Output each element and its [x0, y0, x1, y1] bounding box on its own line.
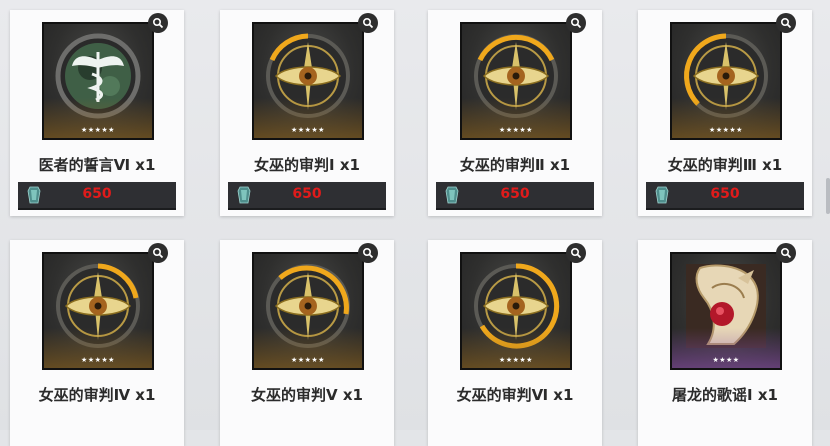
price-bar: 650: [646, 182, 804, 210]
price-bar: 650: [18, 182, 176, 210]
zoom-button[interactable]: [566, 243, 586, 263]
price-amount: 650: [82, 186, 112, 202]
item-name: 女巫的审判Ⅵ x1: [456, 386, 574, 404]
star-rating: ★★★★★: [81, 126, 115, 134]
zoom-button[interactable]: [358, 13, 378, 33]
item-card[interactable]: ★★★★★ 女巫的审判Ⅳ x1: [10, 240, 184, 446]
price-amount: 650: [292, 186, 322, 202]
item-name: 女巫的审判Ⅱ x1: [459, 156, 571, 174]
price-amount: 650: [500, 186, 530, 202]
item-name: 女巫的审判Ⅴ x1: [251, 386, 363, 404]
magnifier-icon: [362, 247, 374, 259]
scrollbar-thumb[interactable]: [826, 178, 830, 214]
magnifier-icon: [152, 247, 164, 259]
zoom-button[interactable]: [148, 13, 168, 33]
item-name: 女巫的审判Ⅰ x1: [254, 156, 360, 174]
item-thumbnail: ★★★★★: [42, 22, 154, 140]
price-amount: 650: [710, 186, 740, 202]
item-name: 女巫的审判Ⅳ x1: [38, 386, 156, 404]
item-card[interactable]: ★★★★★ 医者的誓言Ⅵ x1 650: [10, 10, 184, 216]
item-card[interactable]: ★★★★★ 女巫的审判Ⅱ x1 650: [428, 10, 602, 216]
zoom-button[interactable]: [358, 243, 378, 263]
zoom-button[interactable]: [776, 243, 796, 263]
item-thumbnail: ★★★★: [670, 252, 782, 370]
magnifier-icon: [570, 17, 582, 29]
item-card[interactable]: ★★★★★ 女巫的审判Ⅴ x1: [220, 240, 394, 446]
item-thumbnail: ★★★★★: [670, 22, 782, 140]
zoom-button[interactable]: [776, 13, 796, 33]
item-thumbnail: ★★★★★: [460, 252, 572, 370]
item-name: 女巫的审判Ⅲ x1: [667, 156, 783, 174]
star-rating: ★★★★★: [499, 356, 533, 364]
star-rating: ★★★★★: [81, 356, 115, 364]
magnifier-icon: [780, 247, 792, 259]
item-thumbnail: ★★★★★: [252, 252, 364, 370]
item-card[interactable]: ★★★★★ 女巫的审判Ⅵ x1: [428, 240, 602, 446]
price-bar: 650: [436, 182, 594, 210]
star-rating: ★★★★★: [709, 126, 743, 134]
item-thumbnail: ★★★★★: [252, 22, 364, 140]
price-bar: 650: [228, 182, 386, 210]
star-rating: ★★★★★: [291, 126, 325, 134]
item-name: 医者的誓言Ⅵ x1: [38, 156, 156, 174]
magnifier-icon: [362, 17, 374, 29]
zoom-button[interactable]: [566, 13, 586, 33]
item-thumbnail: ★★★★★: [460, 22, 572, 140]
magnifier-icon: [570, 247, 582, 259]
item-card[interactable]: ★★★★★ 女巫的审判Ⅰ x1 650: [220, 10, 394, 216]
star-rating: ★★★★: [712, 356, 740, 364]
item-card[interactable]: ★★★★ 屠龙的歌谣Ⅰ x1: [638, 240, 812, 446]
magnifier-icon: [152, 17, 164, 29]
star-rating: ★★★★★: [291, 356, 325, 364]
item-name: 屠龙的歌谣Ⅰ x1: [672, 386, 778, 404]
item-thumbnail: ★★★★★: [42, 252, 154, 370]
item-card[interactable]: ★★★★★ 女巫的审判Ⅲ x1 650: [638, 10, 812, 216]
magnifier-icon: [780, 17, 792, 29]
star-rating: ★★★★★: [499, 126, 533, 134]
zoom-button[interactable]: [148, 243, 168, 263]
